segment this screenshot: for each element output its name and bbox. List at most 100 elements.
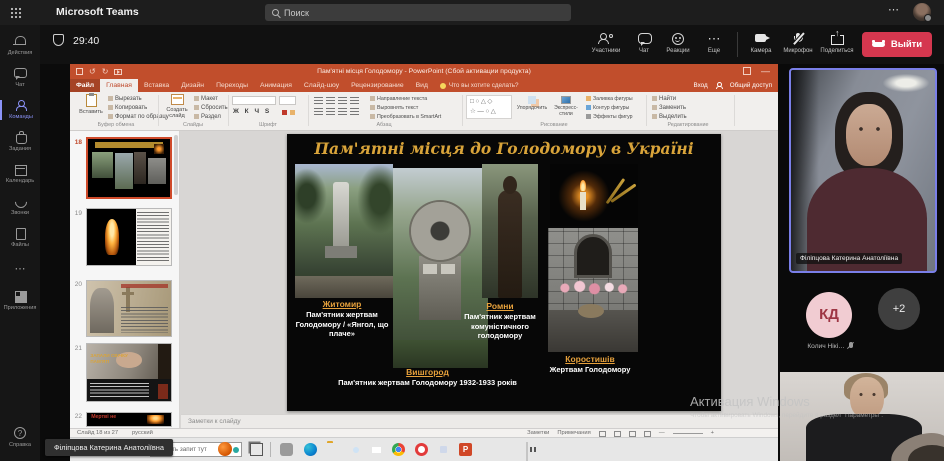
pinned-app-icon[interactable] xyxy=(280,443,293,456)
tab-home[interactable]: Главная xyxy=(100,79,138,92)
highlight-color-button[interactable] xyxy=(290,110,295,115)
tab-review[interactable]: Рецензирование xyxy=(345,79,409,92)
sign-in-button[interactable]: Вход xyxy=(693,82,707,89)
copy-button[interactable]: Копировать xyxy=(108,104,147,112)
participant-avatar[interactable]: КД xyxy=(806,292,852,338)
sidebar-item-help[interactable]: ?Справка xyxy=(0,427,40,448)
search-input[interactable]: Поиск xyxy=(265,4,571,21)
powerpoint-icon[interactable]: P xyxy=(459,443,472,456)
reading-view-icon[interactable] xyxy=(629,431,636,437)
save-icon[interactable] xyxy=(76,68,83,75)
shapes-gallery[interactable]: □○△◇ ☆—○△ xyxy=(466,95,512,119)
redo-icon[interactable]: ↻ xyxy=(102,67,109,76)
font-style-buttons[interactable]: Ж К Ч S xyxy=(233,108,271,115)
app-title: Microsoft Teams xyxy=(56,6,139,18)
cortana-orb-icon[interactable] xyxy=(218,442,232,456)
shape-outline-button[interactable]: Контур фигуры xyxy=(586,104,629,112)
task-view-icon[interactable] xyxy=(250,443,263,456)
thumbnail-slide-19[interactable] xyxy=(86,208,172,266)
thumb-number: 22 xyxy=(70,413,82,420)
tab-transitions[interactable]: Переходы xyxy=(210,79,254,92)
sidebar-item-calendar[interactable]: Календарь xyxy=(0,164,40,184)
more-actions-button[interactable]: ⋯Еще xyxy=(696,31,732,54)
presenter-name-tag: Філіпцова Катерина Анатоліївна xyxy=(45,439,173,456)
chrome-icon[interactable] xyxy=(392,443,405,456)
thumbnail-slide-20[interactable] xyxy=(86,280,172,337)
undo-icon[interactable]: ↺ xyxy=(89,67,96,76)
sidebar-item-chat[interactable]: Чат xyxy=(0,68,40,88)
white-app-tile-icon[interactable] xyxy=(526,442,528,461)
slideshow-view-icon[interactable] xyxy=(644,431,651,437)
share-tray-icon xyxy=(831,33,843,44)
zoom-slider[interactable] xyxy=(673,433,703,434)
edge-icon[interactable] xyxy=(304,443,317,456)
participant-video-tile[interactable] xyxy=(780,372,944,461)
find-button[interactable]: Найти xyxy=(652,95,676,103)
group-clipboard: Буфер обмена xyxy=(78,122,154,128)
sidebar-item-activity[interactable]: Действия xyxy=(0,36,40,56)
align-buttons[interactable] xyxy=(314,108,362,117)
tab-animations[interactable]: Анимация xyxy=(254,79,298,92)
tab-slideshow[interactable]: Слайд-шоу xyxy=(298,79,345,92)
new-slide-button[interactable]: Создать слайд xyxy=(162,94,192,119)
quick-styles-button[interactable]: Экспресс-стили xyxy=(550,96,582,117)
backpack-icon xyxy=(14,132,27,143)
tab-file[interactable]: Файл xyxy=(70,79,100,92)
align-text-button[interactable]: Выровнять текст xyxy=(370,104,418,112)
select-button[interactable]: Выделить xyxy=(652,113,687,121)
slide-sorter-icon[interactable] xyxy=(614,431,621,437)
minimize-icon[interactable]: — xyxy=(761,66,770,76)
format-painter-button[interactable]: Формат по образцу xyxy=(108,113,169,121)
font-size-combobox[interactable] xyxy=(279,96,296,105)
arrange-button[interactable]: Упорядочить xyxy=(516,96,548,112)
sidebar-item-calls[interactable]: Звонки xyxy=(0,196,40,216)
tab-view[interactable]: Вид xyxy=(410,79,434,92)
font-name-combobox[interactable] xyxy=(232,96,276,105)
titlebar-more-button[interactable]: ⋯ xyxy=(888,3,899,16)
camera-icon xyxy=(755,33,768,44)
sidebar-item-teams[interactable]: Команды xyxy=(0,100,40,120)
normal-view-icon[interactable] xyxy=(599,431,606,437)
leave-button[interactable]: Выйти xyxy=(862,32,932,57)
cut-button[interactable]: Вырезать xyxy=(108,95,142,103)
smartart-button[interactable]: Преобразовать в SmartArt xyxy=(370,113,441,121)
ribbon-options-icon[interactable] xyxy=(743,67,751,75)
camera-button[interactable]: Камера xyxy=(743,31,779,54)
microphone-button[interactable]: Микрофон xyxy=(780,31,816,54)
section-button[interactable]: Раздел xyxy=(194,113,221,121)
thumbnails-scrollbar[interactable] xyxy=(174,135,178,195)
tell-me-box[interactable]: Что вы хотите сделать? xyxy=(434,79,525,92)
thumbnail-slide-22[interactable]: Мертві не xyxy=(86,412,172,427)
opera-icon[interactable] xyxy=(415,443,428,456)
app-launcher-icon[interactable] xyxy=(10,7,22,19)
reset-button[interactable]: Сбросить xyxy=(194,104,228,112)
sidebar-item-assignments[interactable]: Задания xyxy=(0,132,40,152)
replace-button[interactable]: Заменить xyxy=(652,104,686,112)
participants-button[interactable]: Участники xyxy=(588,31,624,54)
reactions-button[interactable]: Реакции xyxy=(660,31,696,54)
tab-design[interactable]: Дизайн xyxy=(175,79,210,92)
speaker-video-tile[interactable]: Філіпцова Катерина Анатоліївна xyxy=(789,68,937,273)
thumbnail-slide-21[interactable]: ЗАПАЛИ СВІЧКУ ПАМ'ЯТІ xyxy=(86,343,172,402)
chat-button[interactable]: Чат xyxy=(626,31,662,54)
shape-fill-button[interactable]: Заливка фигуры xyxy=(586,95,633,103)
share-button[interactable]: Поделиться xyxy=(816,31,858,54)
share-document-button[interactable]: Общий доступ xyxy=(730,82,772,89)
window-controls: — xyxy=(743,66,770,76)
overflow-participants-badge[interactable]: +2 xyxy=(878,288,920,330)
slideshow-icon[interactable] xyxy=(114,69,122,75)
notes-pane[interactable]: Заметки к слайду xyxy=(181,414,778,428)
layout-button[interactable]: Макет xyxy=(194,95,218,103)
sidebar-item-files[interactable]: Файлы xyxy=(0,228,40,248)
user-avatar[interactable] xyxy=(913,3,931,21)
text-direction-button[interactable]: Направление текста xyxy=(370,95,427,103)
sidebar-item-apps[interactable]: Приложения xyxy=(0,291,40,311)
shape-effects-button[interactable]: Эффекты фигур xyxy=(586,113,633,121)
sidebar-item-more[interactable]: ⋯ xyxy=(0,265,40,276)
font-color-button[interactable] xyxy=(282,110,287,115)
current-slide[interactable]: Пам'ятні місця до Голодомору в Україні xyxy=(287,134,721,411)
paste-button[interactable]: Вставить xyxy=(76,94,106,115)
tab-insert[interactable]: Вставка xyxy=(138,79,175,92)
thumbnail-slide-18[interactable] xyxy=(86,137,172,199)
list-buttons[interactable] xyxy=(314,97,362,106)
